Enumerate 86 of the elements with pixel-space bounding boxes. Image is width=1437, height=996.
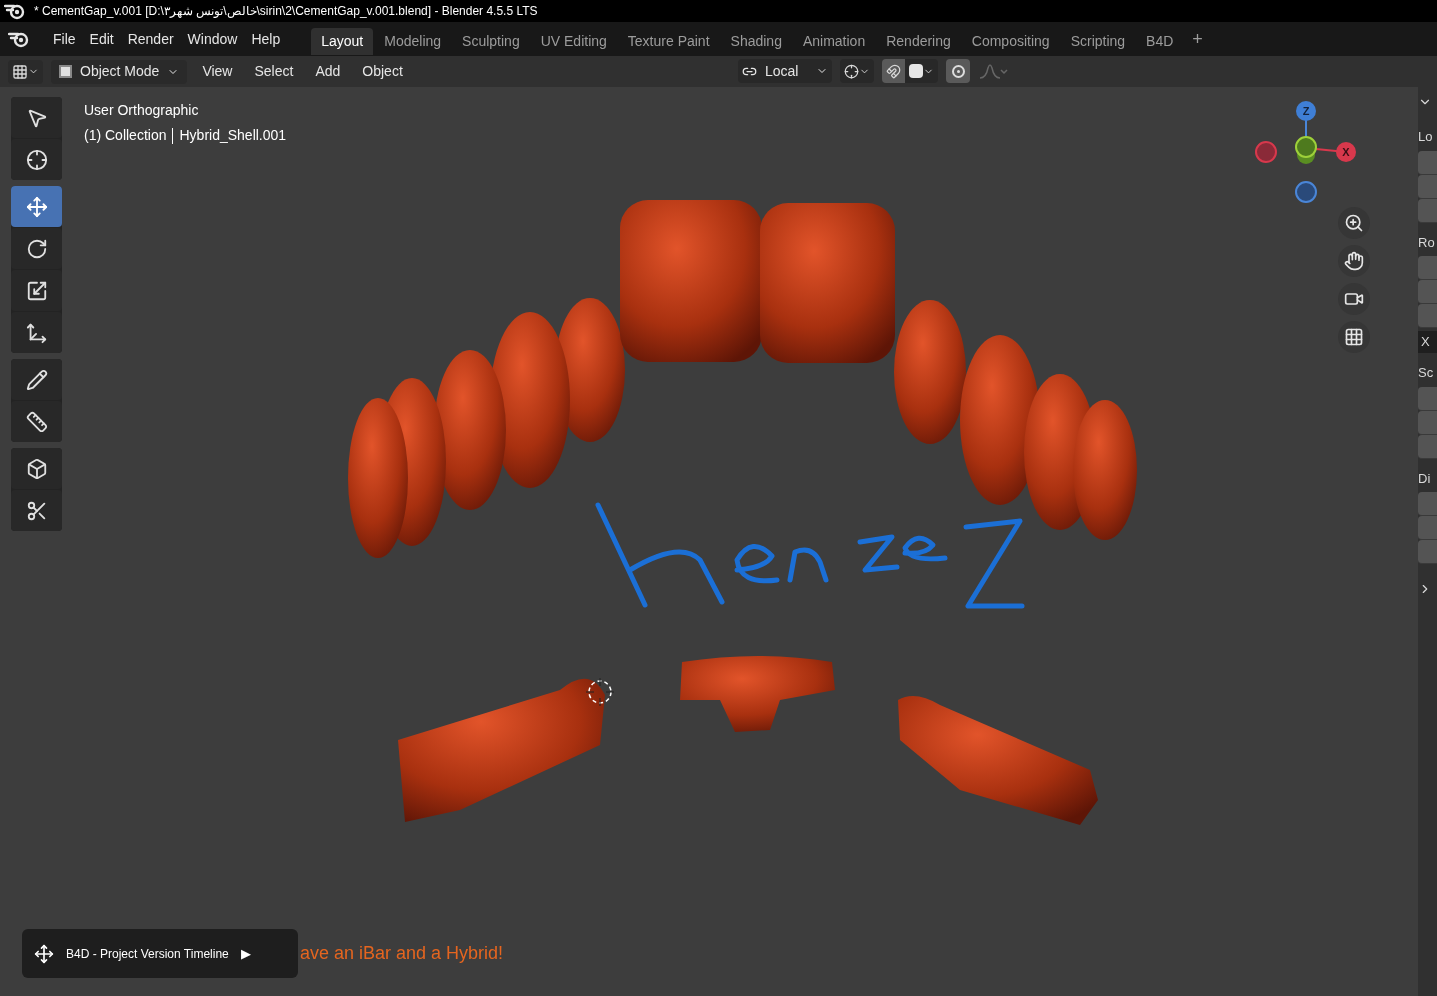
tool-button[interactable]	[11, 97, 62, 138]
blender-logo-icon	[8, 30, 30, 48]
viewport-nav-button[interactable]	[1338, 207, 1370, 239]
value-field[interactable]	[1418, 280, 1437, 304]
axis-gizmo-drawing[interactable]: Z X	[1252, 100, 1364, 204]
pivot-dropdown[interactable]	[840, 59, 874, 83]
menu-item[interactable]: Help	[244, 28, 288, 50]
section-label: Lo	[1418, 128, 1434, 146]
snap-target-dropdown[interactable]	[905, 59, 938, 83]
value-field[interactable]	[1418, 150, 1437, 175]
notification-text: B4D - Project Version Timeline	[66, 945, 229, 963]
magnet-icon	[886, 63, 901, 79]
notification-message: ave an iBar and a Hybrid!	[300, 942, 504, 965]
viewport-nav-button[interactable]	[1338, 245, 1370, 277]
workspace-tab[interactable]: Modeling	[374, 28, 452, 55]
add-workspace-button[interactable]: +	[1184, 25, 1211, 53]
workspace-tab[interactable]: UV Editing	[530, 28, 617, 55]
menu-item[interactable]: Window	[180, 28, 245, 50]
tool-button[interactable]	[11, 448, 62, 489]
section-label: Sc	[1418, 364, 1435, 382]
rotate-arrows-icon	[25, 237, 48, 260]
workspace-tab[interactable]: B4D	[1136, 28, 1184, 55]
hand-icon	[1344, 251, 1364, 271]
header-menu-item[interactable]: Object	[355, 61, 410, 82]
viewport-nav-button[interactable]	[1338, 321, 1370, 353]
tool-button[interactable]	[11, 186, 62, 227]
3d-cursor-icon	[586, 678, 614, 706]
move-arrows-icon	[25, 195, 48, 218]
play-button[interactable]: ▶	[240, 943, 251, 964]
move-arrows-icon	[34, 943, 54, 964]
transform-arrows-icon	[25, 321, 48, 344]
mode-dropdown[interactable]: Object Mode	[51, 59, 188, 84]
value-field[interactable]	[1418, 492, 1437, 516]
value-field[interactable]	[1418, 304, 1437, 328]
blender-logo-icon	[4, 2, 26, 20]
tool-button[interactable]	[11, 139, 62, 180]
orientation-dropdown[interactable]: Local	[738, 59, 832, 83]
grid-icon	[12, 63, 28, 80]
menu-item[interactable]: Edit	[82, 28, 121, 50]
axis-button[interactable]: X	[1418, 331, 1437, 353]
value-field[interactable]	[1418, 174, 1437, 199]
section-label: Di	[1418, 469, 1432, 488]
value-field[interactable]	[1418, 540, 1437, 564]
collection-label: (1) Collection	[84, 126, 167, 145]
header-menu-item[interactable]: Select	[247, 61, 301, 82]
view-name-label: User Orthographic	[84, 101, 200, 120]
workspace-tab[interactable]: Rendering	[876, 28, 961, 55]
object-name-label: Hybrid_Shell.001	[179, 126, 287, 145]
viewport-nav-button[interactable]	[1338, 283, 1370, 315]
crosshair-icon	[844, 63, 859, 79]
value-field[interactable]	[1418, 256, 1437, 280]
zoom-in-icon	[1344, 213, 1364, 233]
header-menu-item[interactable]: Add	[308, 61, 348, 82]
tool-button[interactable]	[11, 312, 62, 353]
pencil-icon	[25, 368, 48, 391]
workspace-tab[interactable]: Shading	[720, 28, 792, 55]
value-field[interactable]	[1418, 386, 1437, 411]
section-label: Ro	[1418, 233, 1436, 252]
value-field[interactable]	[1418, 410, 1437, 435]
workspace-tab[interactable]: Texture Paint	[617, 28, 720, 55]
window-title: * CementGap_v.001 [D:\خالص\تونس شهر۳\sirin\2\CementGap_v.001.blend] - Blender 4.5.5 LTS	[34, 3, 538, 20]
header-menu-item[interactable]: View	[195, 61, 240, 82]
ruler-icon	[25, 410, 48, 433]
value-field[interactable]	[1418, 434, 1437, 459]
crosshair-icon	[25, 148, 48, 171]
workspace-tab[interactable]: Layout	[311, 28, 374, 55]
scale-squares-icon	[25, 279, 48, 302]
tool-button[interactable]	[11, 490, 62, 531]
workspace-tab[interactable]: Compositing	[961, 28, 1060, 55]
value-field[interactable]	[1418, 198, 1437, 223]
workspace-tab[interactable]: Animation	[792, 28, 876, 55]
menu-item[interactable]: File	[46, 28, 83, 50]
object-square-icon	[59, 65, 72, 78]
tool-button[interactable]	[11, 270, 62, 311]
proportional-edit-toggle[interactable]	[946, 59, 970, 83]
menu-item[interactable]: Render	[120, 28, 181, 50]
snap-toggle[interactable]	[882, 59, 905, 83]
workspace-tab[interactable]: Scripting	[1060, 28, 1136, 55]
scissors-icon	[25, 499, 48, 522]
tool-button[interactable]	[11, 228, 62, 269]
value-field[interactable]	[1418, 516, 1437, 540]
tool-button[interactable]	[11, 359, 62, 400]
grid-icon	[1344, 327, 1364, 347]
editor-type-button[interactable]	[8, 59, 43, 84]
workspace-tab[interactable]: Sculpting	[452, 28, 530, 55]
tool-button[interactable]	[11, 401, 62, 442]
